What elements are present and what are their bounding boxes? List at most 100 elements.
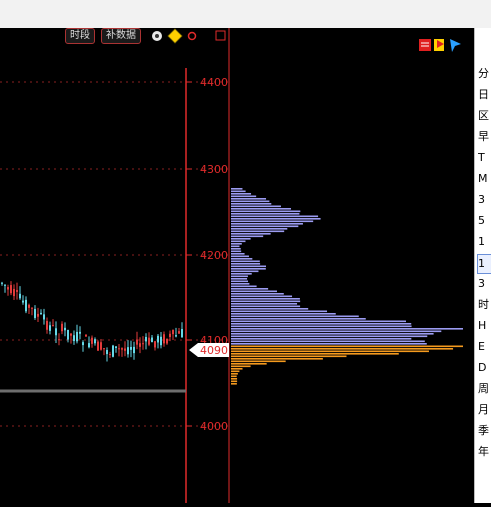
period-item[interactable]: 3 [478, 275, 491, 293]
profile-bar [231, 235, 264, 238]
period-item[interactable]: E [478, 338, 491, 356]
period-item[interactable]: 1 [478, 233, 491, 251]
period-item[interactable]: M [478, 170, 491, 188]
diamond-alert-icon[interactable] [167, 28, 183, 44]
profile-bar [231, 373, 238, 375]
profile-bar [231, 358, 323, 360]
period-item[interactable]: 月 [478, 401, 491, 419]
candle-body [142, 343, 144, 345]
candle-body [118, 348, 120, 350]
candle-body [100, 342, 102, 350]
profile-bar [231, 210, 301, 213]
profile-bar [231, 288, 269, 290]
profile-bar [231, 318, 366, 320]
candle-body [166, 338, 168, 344]
period-item[interactable]: 日 [478, 86, 491, 104]
profile-bar [231, 193, 252, 195]
candle-body [169, 333, 171, 338]
candle-body [25, 299, 27, 312]
profile-bar [231, 285, 257, 288]
candle-body [40, 312, 42, 315]
period-item[interactable]: 早 [478, 128, 491, 146]
profile-bar [231, 310, 328, 313]
profile-bar [231, 320, 407, 323]
candle-body [181, 329, 183, 338]
period-item[interactable]: 时 [478, 296, 491, 314]
price-tick-label: 4300 [200, 163, 228, 176]
candle-body [154, 341, 156, 348]
profile-bar [231, 243, 242, 245]
time-segment-button[interactable]: 时段 [65, 28, 95, 44]
profile-bar [231, 375, 237, 378]
period-item[interactable]: 5 [478, 212, 491, 230]
candle-body [22, 300, 24, 303]
profile-bar [231, 218, 321, 220]
chart-gridlines [0, 81, 229, 427]
profile-bar [231, 275, 248, 278]
profile-bar [231, 383, 237, 385]
profile-bar [231, 233, 271, 235]
axis-toggle-icon[interactable] [187, 31, 197, 41]
candle-body [133, 346, 135, 354]
profile-bar [231, 240, 246, 243]
panel-square-icon[interactable] [215, 30, 226, 41]
profile-bar [231, 300, 301, 303]
price-tick-label: 4400 [200, 76, 228, 89]
candle-body [85, 334, 87, 337]
profile-bar [231, 228, 288, 230]
profile-bar [231, 278, 248, 280]
candle-body [31, 307, 33, 309]
window-top-strip [0, 0, 491, 28]
period-item[interactable]: D [478, 359, 491, 377]
candle-body [73, 335, 75, 342]
candle-body [64, 327, 66, 331]
candle-body [43, 314, 45, 320]
period-item[interactable]: 区 [478, 107, 491, 125]
candle-body [37, 313, 39, 317]
profile-bar [231, 355, 347, 358]
period-item[interactable]: T [478, 149, 491, 167]
profile-bar [231, 230, 285, 233]
profile-bar [231, 250, 242, 253]
profile-bar [231, 203, 272, 205]
profile-bar [231, 303, 298, 305]
indicator-icon-red[interactable] [419, 39, 431, 51]
price-chart-area[interactable]: 4400 4300 4200 4100 4000 4090 时段 补数据 [0, 28, 474, 503]
candle-body [172, 329, 174, 335]
profile-bar [231, 213, 300, 215]
period-item[interactable]: H [478, 317, 491, 335]
profile-bar [231, 238, 251, 240]
settings-gear-icon[interactable] [152, 31, 162, 41]
profile-bar [231, 270, 259, 273]
period-item[interactable]: 年 [478, 443, 491, 461]
profile-bar [231, 268, 266, 270]
profile-bar [231, 353, 399, 355]
profile-bar [231, 368, 243, 370]
candlestick-series [1, 281, 183, 362]
period-item[interactable]: 周 [478, 380, 491, 398]
candle-body [139, 343, 141, 347]
profile-bar [231, 365, 251, 368]
period-item[interactable]: 1 [477, 254, 491, 274]
profile-bar [231, 253, 245, 255]
profile-bar [231, 325, 412, 328]
profile-bar [231, 333, 434, 335]
period-item[interactable]: 分 [478, 65, 491, 83]
candle-body [121, 348, 123, 350]
candle-body [4, 284, 6, 286]
profile-bar [231, 293, 284, 295]
profile-bar [231, 260, 260, 263]
profile-bar [231, 338, 412, 340]
profile-bar [231, 328, 463, 330]
volume-profile [231, 188, 463, 385]
candle-body [1, 282, 3, 284]
period-item[interactable]: 季 [478, 422, 491, 440]
indicator-icon-flag[interactable] [434, 39, 444, 51]
fill-data-button[interactable]: 补数据 [101, 28, 141, 44]
candle-body [151, 337, 153, 343]
indicator-icon-cursor[interactable] [450, 39, 461, 52]
period-item[interactable]: 3 [478, 191, 491, 209]
candle-body [16, 290, 18, 292]
candle-body [70, 333, 72, 336]
candle-body [61, 323, 63, 332]
